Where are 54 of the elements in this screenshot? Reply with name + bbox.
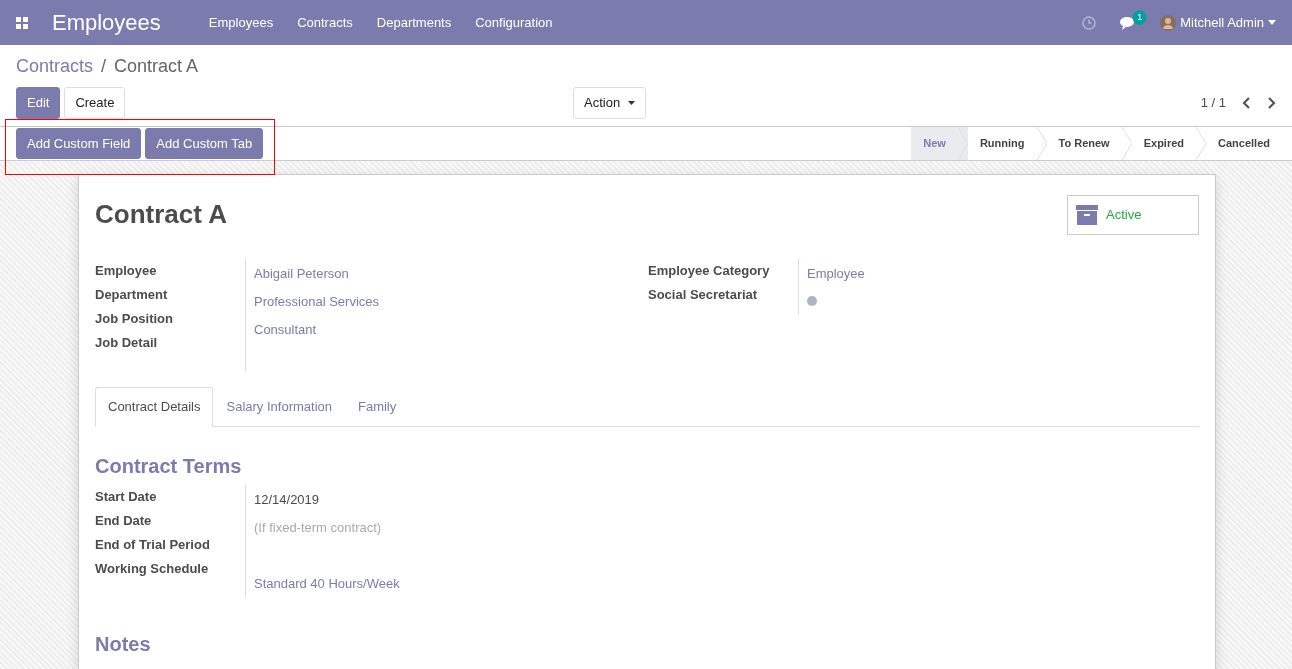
chevron-icon <box>957 127 968 160</box>
menu-link[interactable]: Configuration <box>475 12 553 33</box>
action-dropdown[interactable]: Action <box>573 87 647 119</box>
field-label: Job Detail <box>95 334 159 352</box>
chevron-icon <box>1036 127 1047 160</box>
avatar-icon[interactable] <box>1160 14 1177 31</box>
field-value-link[interactable]: Standard 40 Hours/Week <box>254 575 400 591</box>
custom-button[interactable]: Add Custom Tab <box>145 127 264 160</box>
chat-icon[interactable] <box>1120 15 1137 30</box>
record-title: Contract A <box>95 198 227 231</box>
tab[interactable]: Contract Details <box>95 387 214 427</box>
field-label: Start Date <box>95 487 158 506</box>
chevron-icon <box>1121 127 1132 160</box>
field-label: Working Schedule <box>95 559 210 578</box>
field-label: Department <box>95 286 169 304</box>
custom-button[interactable]: Add Custom Field <box>16 127 142 160</box>
field-value-link[interactable]: Consultant <box>254 322 317 337</box>
caret-icon <box>628 101 636 105</box>
menu-link[interactable]: Employees <box>208 12 274 33</box>
app-title: Employees <box>52 9 161 37</box>
tab[interactable]: Salary Information <box>213 387 345 427</box>
section-title: Contract Terms <box>95 453 243 479</box>
field-label: Employee <box>95 262 158 280</box>
caret-icon[interactable] <box>1268 20 1276 25</box>
field-label: Social Secretariat <box>648 286 759 304</box>
field-value-link[interactable]: Abigail Peterson <box>254 266 349 281</box>
archive-icon <box>1076 205 1098 225</box>
next-icon[interactable] <box>1267 97 1276 109</box>
section-title: Notes <box>95 631 152 657</box>
breadcrumb-link[interactable]: Contracts <box>16 53 94 80</box>
menu-link[interactable]: Departments <box>376 12 452 33</box>
date-input[interactable]: (If fixed-term contract) <box>254 517 454 537</box>
apps-menu-icon[interactable] <box>16 16 28 29</box>
status-dot <box>807 296 817 306</box>
field-label: End Date <box>95 511 153 530</box>
status-stage[interactable]: New <box>911 127 968 160</box>
pager-count: 1 / 1 <box>1200 94 1226 113</box>
field-value: 12/14/2019 <box>254 491 320 507</box>
active-toggle[interactable]: Active <box>1067 195 1199 235</box>
field-value-link[interactable]: Employee <box>807 266 865 281</box>
field-label: End of Trial Period <box>95 535 211 554</box>
user-name[interactable]: Mitchell Admin <box>1180 12 1264 33</box>
create-button[interactable]: Create <box>64 87 126 119</box>
message-count: 1 <box>1133 9 1147 25</box>
breadcrumb-current: Contract A <box>114 55 199 78</box>
previous-icon[interactable] <box>1242 97 1251 109</box>
field-label: Job Position <box>95 310 174 328</box>
field-label: Employee Category <box>648 262 771 280</box>
breadcrumb-separator: / <box>101 55 107 78</box>
field-value-link[interactable]: Professional Services <box>254 294 379 309</box>
clock-icon[interactable] <box>1082 15 1097 30</box>
edit-button[interactable]: Edit <box>16 87 61 119</box>
menu-link[interactable]: Contracts <box>297 12 353 33</box>
tab[interactable]: Family <box>345 387 410 427</box>
